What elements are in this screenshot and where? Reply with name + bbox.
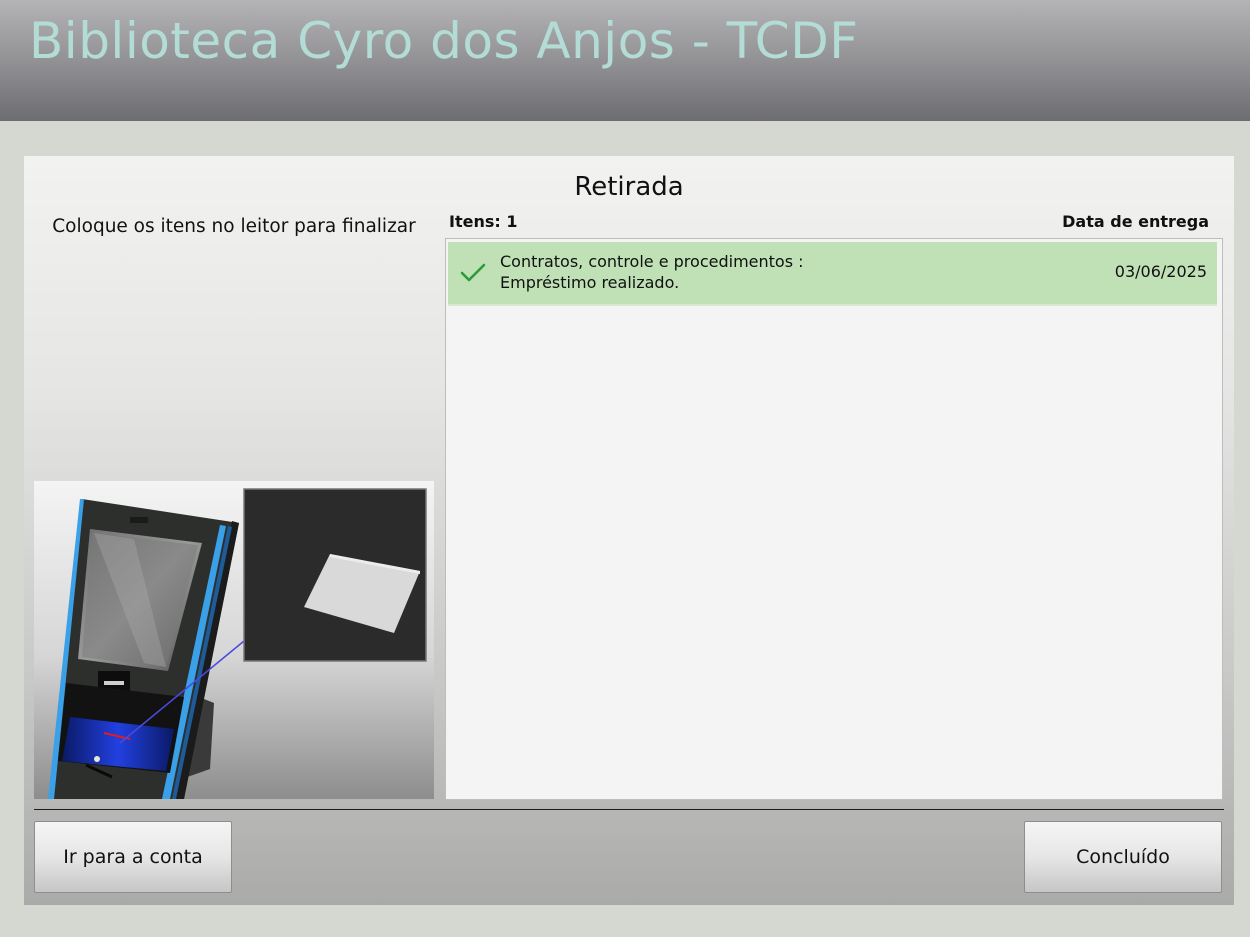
done-button[interactable]: Concluído bbox=[1024, 821, 1222, 893]
app-title: Biblioteca Cyro dos Anjos - TCDF bbox=[29, 12, 859, 70]
page-title: Retirada bbox=[574, 172, 684, 202]
list-item[interactable]: Contratos, controle e procedimentos : Em… bbox=[448, 242, 1217, 306]
checkout-panel: Retirada Coloque os itens no leitor para… bbox=[24, 156, 1234, 905]
footer-divider bbox=[34, 809, 1224, 810]
kiosk-illustration bbox=[34, 481, 434, 799]
due-date-column-header: Data de entrega bbox=[1062, 212, 1209, 231]
check-icon bbox=[460, 263, 486, 282]
kiosk-scanner-image bbox=[34, 481, 434, 799]
go-to-account-button[interactable]: Ir para a conta bbox=[34, 821, 232, 893]
instruction-text: Coloque os itens no leitor para finaliza… bbox=[52, 216, 416, 237]
item-due-date: 03/06/2025 bbox=[1114, 262, 1207, 281]
item-title: Contratos, controle e procedimentos : bbox=[500, 252, 804, 271]
item-status: Empréstimo realizado. bbox=[500, 273, 680, 292]
checked-out-items-list[interactable]: Contratos, controle e procedimentos : Em… bbox=[445, 238, 1223, 800]
items-count-label: Itens: 1 bbox=[449, 212, 518, 231]
app-header: Biblioteca Cyro dos Anjos - TCDF bbox=[0, 0, 1250, 121]
